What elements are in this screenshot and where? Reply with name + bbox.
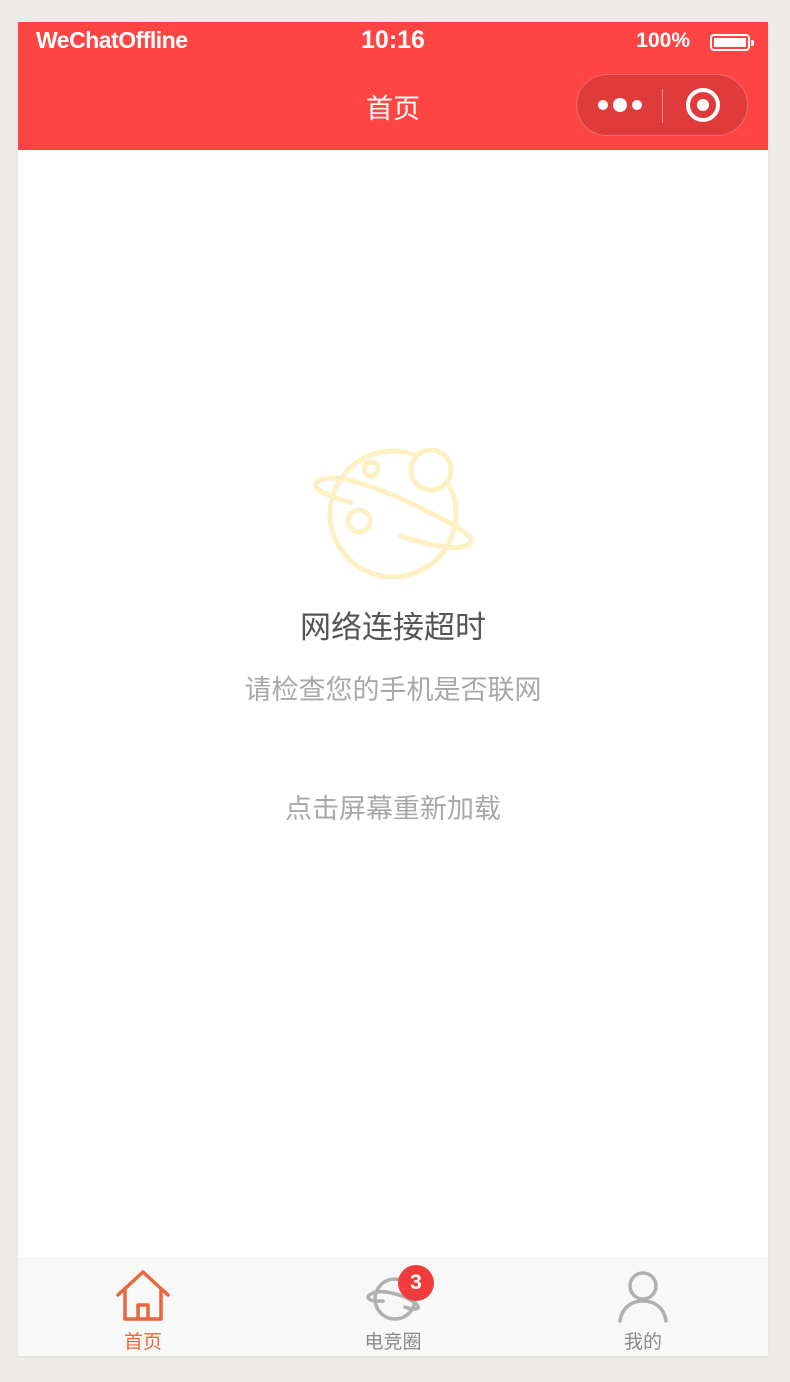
tab-esports[interactable]: 3 电竞圈: [268, 1259, 518, 1356]
battery-percent: 100%: [636, 29, 690, 52]
error-subtitle: 请检查您的手机是否联网: [244, 675, 542, 706]
status-bar: WeChatOffline 10:16 100%: [18, 22, 768, 62]
reload-area[interactable]: 网络连接超时 请检查您的手机是否联网 点击屏幕重新加载: [18, 150, 768, 1258]
capsule-divider: [662, 89, 663, 123]
user-icon: [615, 1269, 671, 1323]
target-close-icon[interactable]: [671, 75, 741, 135]
tab-mine-label: 我的: [623, 1331, 662, 1353]
home-icon: [115, 1269, 171, 1323]
error-title: 网络连接超时: [300, 610, 486, 646]
notification-badge: 3: [398, 1265, 434, 1301]
battery-icon: [710, 34, 754, 51]
tab-bar: 首页 3 电竞圈 我的: [18, 1258, 768, 1356]
tab-home[interactable]: 首页: [18, 1259, 268, 1356]
phone-screen: WeChatOffline 10:16 100% 首页 网络连接超时 请检查您的…: [18, 22, 768, 1356]
menu-capsule: [576, 74, 748, 136]
planet-icon: [311, 447, 476, 587]
tab-home-label: 首页: [123, 1331, 162, 1353]
tab-mine[interactable]: 我的: [518, 1259, 768, 1356]
navigation-bar: 首页: [18, 62, 768, 150]
more-dots-icon[interactable]: [593, 75, 653, 135]
reload-text[interactable]: 点击屏幕重新加载: [18, 787, 768, 826]
tab-esports-label: 电竞圈: [364, 1331, 422, 1353]
